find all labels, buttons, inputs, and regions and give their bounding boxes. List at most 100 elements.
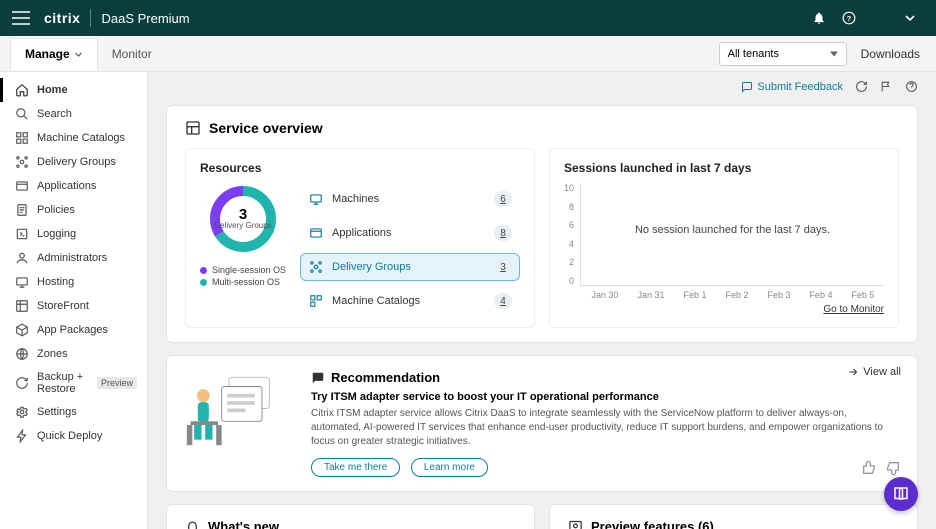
sidebar-item-storefront[interactable]: StoreFront	[0, 294, 147, 318]
sidebar-item-logging[interactable]: Logging	[0, 222, 147, 246]
view-all-link[interactable]: View all	[847, 366, 901, 378]
service-overview-card: Service overview Resources	[166, 105, 918, 343]
resource-count[interactable]: 6	[494, 191, 512, 207]
machines-icon	[308, 191, 324, 207]
resource-count[interactable]: 4	[494, 293, 512, 309]
applications-icon	[15, 179, 29, 193]
y-axis-ticks: 10 8 6 4 2 0	[564, 183, 580, 286]
tab-label: Monitor	[112, 47, 152, 61]
sidebar-item-zones[interactable]: Zones	[0, 342, 147, 366]
zones-icon	[15, 347, 29, 361]
sidebar-item-label: Hosting	[37, 276, 74, 288]
chevron-down-icon	[74, 50, 83, 59]
sidebar-item-label: Logging	[37, 228, 76, 240]
sidebar-item-app-packages[interactable]: App Packages	[0, 318, 147, 342]
sidebar-item-quick-deploy[interactable]: Quick Deploy	[0, 424, 147, 448]
sidebar-item-machine-catalogs[interactable]: Machine Catalogs	[0, 126, 147, 150]
go-to-monitor-link[interactable]: Go to Monitor	[564, 304, 884, 315]
packages-icon	[15, 323, 29, 337]
legend-multi: Multi-session OS	[212, 277, 280, 287]
product-name: DaaS Premium	[101, 11, 189, 26]
bell-outline-icon	[185, 519, 200, 529]
main-content: Submit Feedback Service overview Resourc…	[148, 72, 936, 529]
sidebar-item-label: Settings	[37, 406, 77, 418]
home-icon	[15, 83, 29, 97]
book-icon	[892, 485, 910, 503]
thumbs-up-icon[interactable]	[861, 460, 877, 481]
take-me-there-button[interactable]: Take me there	[311, 458, 400, 477]
sidebar-item-search[interactable]: Search	[0, 102, 147, 126]
x-tick: Jan 31	[637, 290, 664, 300]
sidebar-item-label: Search	[37, 108, 72, 120]
resource-count[interactable]: 3	[494, 259, 512, 275]
delivery-groups-donut: 3 Delivery Groups	[207, 183, 279, 255]
feedback-label: Submit Feedback	[757, 81, 843, 93]
sidebar-item-label: Machine Catalogs	[37, 132, 125, 144]
whats-new-card: What's new	[166, 504, 535, 529]
donut-legend: Single-session OS Multi-session OS	[200, 263, 286, 287]
assistant-fab[interactable]	[884, 477, 918, 511]
delivery-groups-row-icon	[308, 259, 324, 275]
policies-icon	[15, 203, 29, 217]
sessions-chart: 10 8 6 4 2 0 No session launched for the…	[564, 183, 884, 286]
recommendation-card: View all Recommendation	[166, 355, 918, 492]
learn-more-button[interactable]: Learn more	[411, 458, 488, 477]
recommendation-illustration	[185, 370, 295, 450]
bell-icon[interactable]	[812, 11, 826, 25]
y-tick: 2	[564, 257, 574, 267]
help-small-icon[interactable]	[905, 80, 918, 93]
preview-badge: Preview	[97, 377, 137, 389]
dot-purple	[200, 267, 207, 274]
refresh-icon[interactable]	[855, 80, 868, 93]
x-tick: Feb 5	[851, 290, 874, 300]
sessions-title: Sessions launched in last 7 days	[564, 161, 884, 175]
sidebar-item-label: App Packages	[37, 324, 108, 336]
account-menu-chevron-icon[interactable]	[904, 12, 916, 24]
catalog-icon	[15, 131, 29, 145]
delivery-groups-icon	[15, 155, 29, 169]
downloads-link[interactable]: Downloads	[861, 47, 920, 61]
sidebar-item-hosting[interactable]: Hosting	[0, 270, 147, 294]
sidebar-item-applications[interactable]: Applications	[0, 174, 147, 198]
resource-count[interactable]: 8	[494, 225, 512, 241]
submit-feedback-link[interactable]: Submit Feedback	[741, 81, 843, 93]
resource-row-applications[interactable]: Applications 8	[300, 219, 520, 247]
resource-row-delivery-groups[interactable]: Delivery Groups 3	[300, 253, 520, 281]
y-tick: 6	[564, 220, 574, 230]
administrators-icon	[15, 251, 29, 265]
sidebar-item-label: Quick Deploy	[37, 430, 102, 442]
sidebar-item-delivery-groups[interactable]: Delivery Groups	[0, 150, 147, 174]
sidebar-item-policies[interactable]: Policies	[0, 198, 147, 222]
resource-name: Applications	[332, 227, 486, 239]
recommendation-body: Citrix ITSM adapter service allows Citri…	[311, 407, 899, 449]
preview-features-card: Preview features (6)	[549, 504, 918, 529]
settings-icon	[15, 405, 29, 419]
flag-icon[interactable]	[880, 80, 893, 93]
tab-monitor[interactable]: Monitor	[98, 39, 166, 69]
sidebar-item-backup-restore[interactable]: Backup + Restore Preview	[0, 366, 147, 400]
feedback-row: Submit Feedback	[166, 80, 918, 93]
comment-icon	[311, 371, 325, 385]
resources-title: Resources	[200, 161, 520, 175]
sidebar-item-settings[interactable]: Settings	[0, 400, 147, 424]
tenant-select[interactable]: All tenants	[719, 42, 847, 66]
resource-name: Machine Catalogs	[332, 295, 486, 307]
view-all-text: View all	[863, 366, 901, 378]
y-tick: 10	[564, 183, 574, 193]
sidebar-item-label: Zones	[37, 348, 68, 360]
tab-manage[interactable]: Manage	[10, 38, 98, 70]
chart-grid: No session launched for the last 7 days.	[580, 183, 884, 286]
help-icon[interactable]: ?	[842, 11, 856, 25]
sidebar-item-home[interactable]: Home	[0, 78, 147, 102]
backup-icon	[15, 376, 29, 390]
dot-teal	[200, 279, 207, 286]
resources-box: Resources 3 Deliv	[185, 148, 535, 328]
overview-title: Service overview	[185, 120, 899, 136]
hamburger-icon[interactable]	[12, 11, 30, 25]
sidebar-item-administrators[interactable]: Administrators	[0, 246, 147, 270]
applications-row-icon	[308, 225, 324, 241]
tenant-value: All tenants	[728, 48, 779, 60]
resource-row-machines[interactable]: Machines 6	[300, 185, 520, 213]
resource-row-machine-catalogs[interactable]: Machine Catalogs 4	[300, 287, 520, 315]
preview-features-title: Preview features (6)	[591, 519, 714, 529]
